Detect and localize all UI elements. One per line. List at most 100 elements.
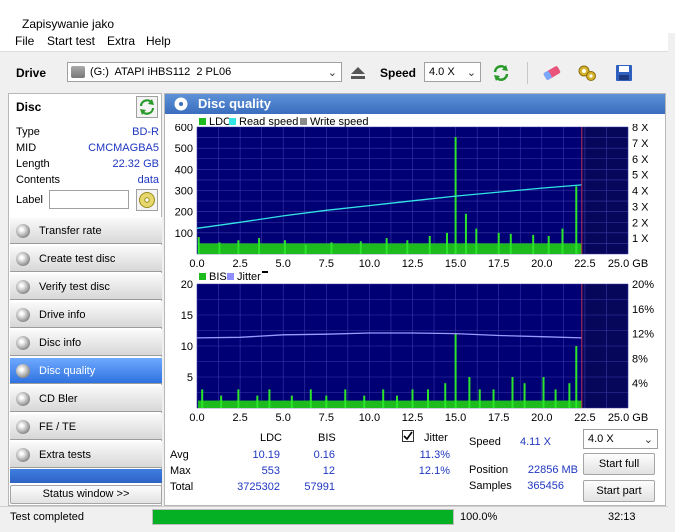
start-part-button[interactable]: Start part (583, 480, 655, 502)
nav-label: FE / TE (39, 421, 77, 433)
disc-row-label: Length (16, 158, 50, 170)
disc-label-input[interactable] (49, 190, 129, 209)
y-tick-label: 300 (175, 186, 193, 198)
data-bar (220, 395, 223, 408)
x-tick-label: 10.0 (359, 258, 380, 270)
legend-swatch (199, 273, 206, 280)
speed-stat-value: 4.11 X (520, 436, 551, 448)
samples-label: Samples (469, 480, 512, 492)
data-bar (509, 233, 512, 254)
y-tick-label: 20 (181, 280, 193, 291)
nav-icon (16, 420, 30, 434)
x-tick-label: 5.0 (276, 412, 291, 424)
nav-fe-te[interactable]: FE / TE (10, 413, 162, 440)
drive-select[interactable]: (G:) ATAPI iHBS112 2 PL06 ⌄ (67, 62, 342, 82)
menu-start-test[interactable]: Start test (47, 34, 95, 48)
total-bis: 57991 (304, 481, 335, 493)
x-tick-label: 22.5 (574, 258, 595, 270)
nav-transfer-rate[interactable]: Transfer rate (10, 217, 162, 244)
jitter-label: Jitter (424, 432, 448, 444)
y2-tick-label: 4 X (632, 186, 649, 198)
checkmark-icon (403, 431, 413, 441)
eraser-icon (543, 66, 561, 80)
y2-tick-label: 4% (632, 378, 648, 390)
disc-refresh-button[interactable] (136, 96, 158, 118)
menu-bar: File Start test Extra Help (0, 33, 668, 52)
disc-row-contents: Contents data (16, 174, 159, 186)
speed-select-value: 4.0 X (429, 66, 455, 78)
disc-label-button[interactable] (136, 189, 158, 211)
data-bar (237, 240, 240, 254)
data-bar (218, 242, 221, 254)
y2-tick-label: 5 X (632, 170, 649, 182)
refresh-button[interactable] (488, 60, 514, 86)
data-bar (444, 383, 447, 408)
jitter-checkbox[interactable] (402, 430, 414, 442)
nav-create-test-disc[interactable]: Create test disc (10, 245, 162, 272)
save-button[interactable] (611, 60, 637, 86)
data-bar (330, 242, 333, 254)
window-title: Zapisywanie jako (22, 17, 115, 31)
speed-stat-label: Speed (469, 436, 501, 448)
position-label: Position (469, 464, 509, 476)
erase-button[interactable] (539, 60, 565, 86)
data-baseline (198, 243, 582, 254)
y-tick-label: 400 (175, 164, 193, 176)
nav-verify-test-disc[interactable]: Verify test disc (10, 273, 162, 300)
data-bar (532, 234, 535, 254)
data-bar (454, 333, 457, 408)
x-tick-label: 17.5 (488, 412, 509, 424)
test-speed-select[interactable]: 4.0 X ⌄ (583, 429, 658, 449)
nav-drive-info[interactable]: Drive info (10, 301, 162, 328)
menu-extra[interactable]: Extra (107, 34, 135, 48)
data-bar (568, 383, 571, 408)
position-value: 22856 MB (527, 464, 578, 476)
y-tick-label: 200 (175, 207, 193, 219)
toolbar-separator (527, 62, 528, 84)
data-bar (428, 236, 431, 254)
status-text: Test completed (10, 511, 84, 523)
nav-cd-bler[interactable]: CD Bler (10, 385, 162, 412)
x-tick-label: 12.5 (402, 258, 423, 270)
y-tick-label: 10 (181, 341, 193, 353)
nav-disc-quality[interactable]: Disc quality (10, 357, 162, 384)
status-bar: Test completed 100.0% 32:13 (0, 506, 668, 532)
disc-row-label: Type (16, 126, 40, 138)
nav-label: Disc quality (39, 365, 96, 377)
x-tick-label: 5.0 (276, 258, 291, 270)
refresh-icon (139, 99, 155, 115)
drive-icon (71, 66, 85, 78)
speed-label: Speed (380, 66, 417, 80)
data-bar (268, 389, 271, 408)
data-bar (497, 232, 500, 254)
refresh-icon (493, 65, 509, 81)
progress-bar (152, 509, 454, 525)
nav-extra-tests[interactable]: Extra tests (10, 441, 162, 468)
x-tick-label: 10.0 (359, 412, 380, 424)
start-full-button[interactable]: Start full (583, 453, 655, 475)
data-bar (304, 244, 307, 254)
data-bar (547, 236, 550, 254)
menu-help[interactable]: Help (146, 34, 171, 48)
disc-row-label: MID (16, 142, 37, 154)
progress-fill (153, 510, 453, 524)
x-tick-label: 20.0 (531, 258, 552, 270)
menu-file[interactable]: File (15, 34, 34, 48)
x-tick-label: 15.0 (445, 258, 466, 270)
eject-button[interactable] (345, 60, 371, 86)
bis-jitter-chart: 0.0 2.5 5.0 7.5 10.0 12.5 15.0 17.5 20.0 22.5 25.0… (181, 280, 654, 424)
settings-button[interactable] (574, 60, 600, 86)
data-bar (237, 389, 240, 408)
y2-tick-label: 6 X (632, 154, 649, 166)
panel-header: Disc quality (165, 94, 665, 114)
data-bar (575, 186, 578, 254)
disc-row-mid: MID CMCMAGBA5 (16, 142, 159, 154)
row-label: Avg (170, 449, 189, 461)
nav-label: Drive info (39, 309, 86, 321)
speed-select[interactable]: 4.0 X ⌄ (424, 62, 481, 82)
y2-tick-label: 1 X (632, 233, 649, 245)
nav-disc-info[interactable]: Disc info (10, 329, 162, 356)
data-bar (344, 389, 347, 408)
status-window-button[interactable]: Status window >> (10, 485, 162, 504)
disc-row-type: Type BD-R (16, 126, 159, 138)
